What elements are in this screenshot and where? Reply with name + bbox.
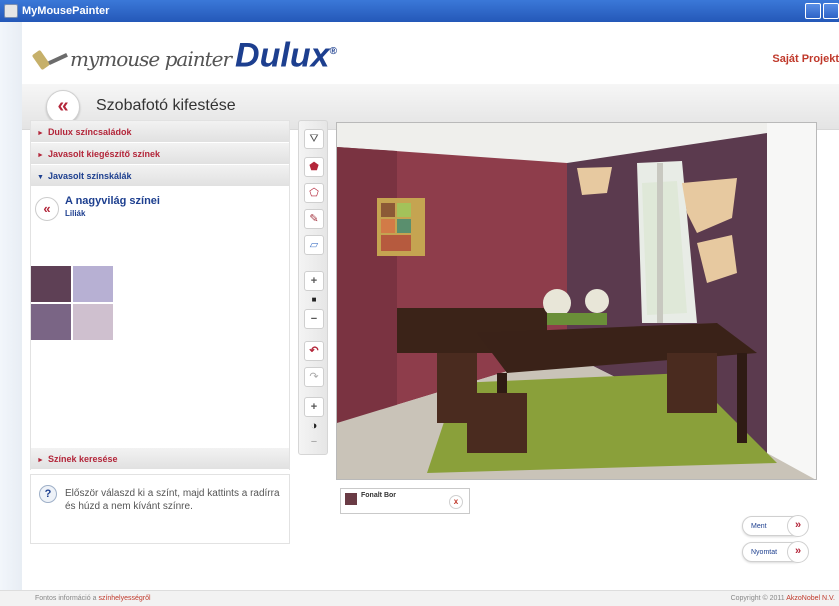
my-projects-link[interactable]: Saját Projekt bbox=[772, 53, 839, 65]
palette-back-button[interactable]: « bbox=[35, 197, 59, 221]
help-text: Először válaszd ki a színt, majd kattint… bbox=[65, 488, 280, 512]
palette-subtitle[interactable]: Liliák bbox=[65, 209, 85, 218]
palette-title: A nagyvilág színei bbox=[65, 195, 160, 207]
accordion-color-schemes[interactable]: ▼ Javasolt színskálák bbox=[31, 165, 289, 187]
color-swatch[interactable] bbox=[73, 304, 113, 340]
contrast-plus-icon[interactable]: + bbox=[304, 397, 324, 417]
footer-left: Fontos információ a színhelyességről bbox=[35, 595, 151, 602]
paint-bucket-icon[interactable]: ⛛ bbox=[304, 129, 324, 149]
accordion-search-wrap: ► Színek keresése bbox=[31, 448, 289, 470]
footer-right: Copyright © 2011 AkzoNobel N.V. bbox=[730, 595, 835, 602]
expand-arrow-icon: ► bbox=[37, 152, 44, 159]
accordion-color-search[interactable]: ► Színek keresése bbox=[31, 448, 289, 470]
selected-colors-area: Fonalt Bor x bbox=[336, 486, 736, 526]
left-frame bbox=[0, 22, 22, 590]
selected-color-chip[interactable]: Fonalt Bor x bbox=[340, 488, 470, 514]
color-panel: ► Dulux színcsaládok ► Javasolt kiegészítő… bbox=[30, 120, 290, 470]
logo-brand: Dulux® bbox=[235, 36, 337, 75]
polygon-fill-icon[interactable]: ⬟ bbox=[304, 157, 324, 177]
window-title: MyMousePainter bbox=[22, 5, 110, 17]
page-title: Szobafotó kifestése bbox=[96, 97, 236, 114]
print-label: Nyomtat bbox=[751, 548, 778, 556]
logo: mymouse painter Dulux® bbox=[32, 36, 337, 75]
paint-toolbar: ⛛ ⬟ ⬠ ✎ ▱ + ■ − ↶ ↷ + ◑ − bbox=[298, 120, 328, 455]
room-photo bbox=[337, 123, 816, 479]
window-controls bbox=[805, 3, 839, 19]
expand-arrow-icon: ► bbox=[37, 130, 44, 137]
polygon-outline-icon[interactable]: ⬠ bbox=[304, 183, 324, 203]
zoom-out-icon[interactable]: − bbox=[304, 309, 324, 329]
room-photo-canvas[interactable] bbox=[336, 122, 817, 480]
contrast-minus-icon[interactable]: − bbox=[304, 433, 324, 453]
footer: Fontos információ a színhelyességről Cop… bbox=[0, 590, 839, 606]
remove-color-button[interactable]: x bbox=[449, 495, 463, 509]
minimize-button[interactable] bbox=[805, 3, 821, 19]
app-icon bbox=[4, 4, 18, 18]
help-icon: ? bbox=[39, 485, 57, 503]
expand-arrow-icon: ► bbox=[37, 457, 44, 464]
print-button[interactable]: Nyomtat » bbox=[742, 541, 809, 563]
color-accuracy-link[interactable]: színhelyességről bbox=[98, 595, 150, 602]
save-go-icon[interactable]: » bbox=[787, 515, 809, 537]
color-swatch[interactable] bbox=[31, 266, 71, 302]
maximize-button[interactable] bbox=[823, 3, 839, 19]
back-button[interactable]: « bbox=[46, 90, 80, 124]
logo-script: mymouse painter bbox=[70, 47, 232, 72]
color-swatch[interactable] bbox=[31, 304, 71, 340]
accordion-dulux-families[interactable]: ► Dulux színcsaládok bbox=[31, 121, 289, 143]
save-button[interactable]: Ment » bbox=[742, 515, 809, 537]
eraser-icon[interactable]: ▱ bbox=[304, 235, 324, 255]
brush-icon[interactable]: ✎ bbox=[304, 209, 324, 229]
palette-header: « A nagyvilág színei Liliák bbox=[31, 187, 289, 231]
accordion-complementary[interactable]: ► Javasolt kiegészítő színek bbox=[31, 143, 289, 165]
undo-icon[interactable]: ↶ bbox=[304, 341, 324, 361]
brush-size-icon: ■ bbox=[311, 295, 317, 304]
help-box: ? Először válaszd ki a színt, majd katti… bbox=[30, 474, 290, 544]
chip-swatch bbox=[345, 493, 357, 505]
paint-brush-logo-icon bbox=[32, 49, 70, 71]
save-label: Ment bbox=[751, 522, 767, 530]
collapse-arrow-icon: ▼ bbox=[37, 174, 44, 181]
chip-label: Fonalt Bor bbox=[361, 492, 396, 499]
akzonobel-link[interactable]: AkzoNobel N.V. bbox=[786, 595, 835, 602]
color-swatch[interactable] bbox=[73, 266, 113, 302]
window-titlebar: MyMousePainter bbox=[0, 0, 839, 22]
header: mymouse painter Dulux® Saját Projekt bbox=[22, 22, 839, 84]
zoom-in-icon[interactable]: + bbox=[304, 271, 324, 291]
print-go-icon[interactable]: » bbox=[787, 541, 809, 563]
redo-icon[interactable]: ↷ bbox=[304, 367, 324, 387]
